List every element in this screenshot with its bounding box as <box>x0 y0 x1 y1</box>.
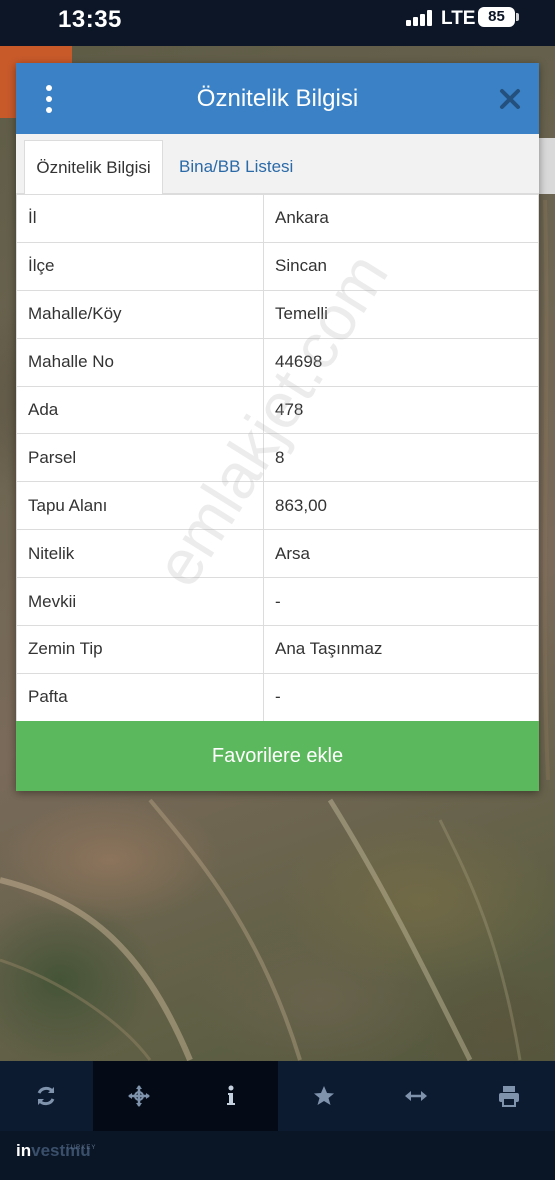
status-time: 13:35 <box>58 6 122 33</box>
battery-icon: 85 <box>478 7 515 27</box>
toolbar-pan[interactable] <box>92 1061 185 1131</box>
toolbar-print[interactable] <box>463 1061 555 1131</box>
toolbar-favorites[interactable] <box>278 1061 371 1131</box>
attribute-row: Pafta - <box>16 672 539 722</box>
attribute-key: Mahalle/Köy <box>16 289 264 339</box>
measure-arrows-icon <box>405 1091 428 1101</box>
dialog-header: Öznitelik Bilgisi <box>16 63 539 134</box>
attribute-row: Parsel 8 <box>16 433 539 483</box>
print-icon <box>498 1086 519 1107</box>
attribute-value: 863,00 <box>263 481 539 531</box>
attribute-key: Mahalle No <box>16 337 264 387</box>
tab-attribute-info[interactable]: Öznitelik Bilgisi <box>24 140 163 194</box>
attribute-value: - <box>263 577 539 627</box>
attribute-key: Tapu Alanı <box>16 481 264 531</box>
attribute-value: Ankara <box>263 194 539 243</box>
bottom-toolbar <box>0 1061 555 1131</box>
attribute-key: Pafta <box>16 672 264 722</box>
attribute-row: Mahalle/Köy Temelli <box>16 289 539 339</box>
attribute-value: 44698 <box>263 337 539 387</box>
attribute-row: Ada 478 <box>16 385 539 435</box>
attribute-value: 8 <box>263 433 539 483</box>
attribute-key: İl <box>16 194 264 243</box>
attribute-table: İl Ankara İlçe Sincan Mahalle/Köy Temelli Maha… <box>16 194 539 722</box>
battery-tip <box>516 13 519 21</box>
refresh-icon <box>37 1086 55 1106</box>
attribute-row: Nitelik Arsa <box>16 529 539 579</box>
info-icon <box>227 1085 236 1105</box>
attribute-key: Nitelik <box>16 529 264 579</box>
attribute-key: Mevkii <box>16 577 264 627</box>
star-icon <box>313 1086 334 1105</box>
attribute-row: İl Ankara <box>16 194 539 243</box>
attribute-dialog: Öznitelik Bilgisi Öznitelik Bilgisi Bina… <box>16 63 539 791</box>
side-panel-handle[interactable] <box>539 138 555 194</box>
status-bar: 13:35 LTE 85 <box>0 0 555 46</box>
attribute-key: Zemin Tip <box>16 625 264 674</box>
toolbar-refresh[interactable] <box>0 1061 93 1131</box>
signal-icon <box>406 10 432 26</box>
footer-logo: investmu <box>16 1141 91 1160</box>
attribute-value: Arsa <box>263 529 539 579</box>
attribute-key: İlçe <box>16 241 264 291</box>
attribute-key: Ada <box>16 385 264 435</box>
attribute-row: Zemin Tip Ana Taşınmaz <box>16 625 539 674</box>
network-type: LTE <box>441 8 476 29</box>
dialog-title: Öznitelik Bilgisi <box>196 85 359 112</box>
add-favorite-button[interactable]: Favorilere ekle <box>16 721 539 791</box>
attribute-value: 478 <box>263 385 539 435</box>
attribute-row: Mahalle No 44698 <box>16 337 539 387</box>
tab-building-list[interactable]: Bina/BB Listesi <box>167 140 305 194</box>
attribute-value: - <box>263 672 539 722</box>
attribute-value: Sincan <box>263 241 539 291</box>
toolbar-measure[interactable] <box>370 1061 463 1131</box>
attribute-row: Mevkii - <box>16 577 539 627</box>
crosshair-move-icon <box>127 1085 150 1107</box>
dialog-tabs: Öznitelik Bilgisi Bina/BB Listesi <box>16 134 539 194</box>
footer-logo-tag: TURKEY <box>66 1145 97 1151</box>
close-icon[interactable] <box>498 87 522 111</box>
attribute-value: Temelli <box>263 289 539 339</box>
footer-bar: investmu TURKEY <box>0 1131 555 1180</box>
toolbar-info[interactable] <box>185 1061 278 1131</box>
attribute-value: Ana Taşınmaz <box>263 625 539 674</box>
attribute-row: Tapu Alanı 863,00 <box>16 481 539 531</box>
attribute-row: İlçe Sincan <box>16 241 539 291</box>
attribute-key: Parsel <box>16 433 264 483</box>
